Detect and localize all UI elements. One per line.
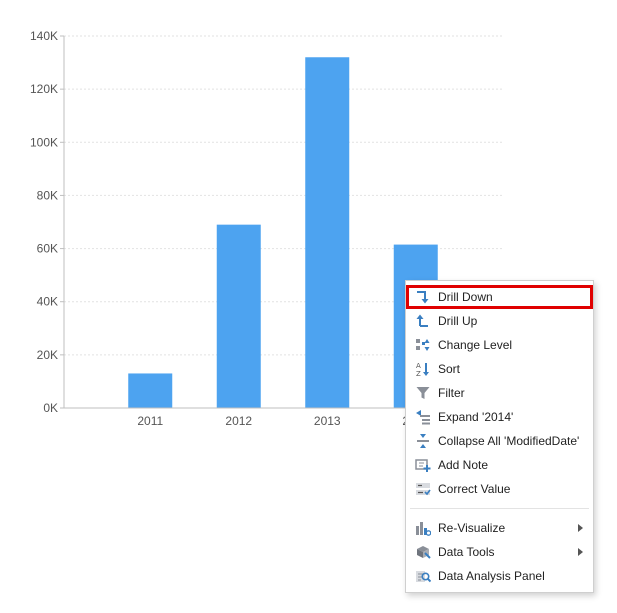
- correct-value-icon: [416, 483, 431, 496]
- add-note-icon: [415, 459, 431, 472]
- menu-item-re-visualize[interactable]: Re-Visualize: [406, 516, 593, 540]
- y-tick-label: 60K: [37, 242, 58, 256]
- menu-item-sort[interactable]: A Z Sort: [406, 357, 593, 381]
- menu-item-label: Drill Down: [438, 290, 493, 304]
- menu-separator: [410, 508, 589, 509]
- bar: [305, 57, 350, 408]
- filter-icon: [416, 387, 430, 399]
- data-tools-icon: [417, 546, 431, 559]
- menu-item-label: Re-Visualize: [438, 521, 506, 535]
- menu-item-data-analysis-panel[interactable]: Data Analysis Panel: [406, 564, 593, 588]
- menu-item-change-level[interactable]: Change Level: [406, 333, 593, 357]
- y-tick-label: 80K: [37, 188, 58, 202]
- y-tick-label: 120K: [30, 82, 58, 96]
- menu-item-data-tools[interactable]: Data Tools: [406, 540, 593, 564]
- menu-item-label: Correct Value: [438, 482, 511, 496]
- y-tick-label: 20K: [37, 348, 58, 362]
- x-tick-label: 2011: [137, 414, 163, 428]
- menu-item-label: Sort: [438, 362, 461, 376]
- drill-down-icon: [417, 291, 429, 304]
- menu-item-label: Collapse All 'ModifiedDate': [438, 434, 580, 448]
- menu-item-label: Expand '2014': [438, 410, 514, 424]
- x-tick-label: 2013: [314, 414, 341, 428]
- change-level-icon: [416, 339, 430, 351]
- expand-icon: [416, 410, 430, 425]
- bar: [216, 224, 261, 408]
- menu-item-label: Data Analysis Panel: [438, 569, 545, 583]
- submenu-arrow-icon: [578, 548, 583, 556]
- menu-item-label: Data Tools: [438, 545, 495, 559]
- bar: [128, 373, 173, 408]
- menu-item-filter[interactable]: Filter: [406, 381, 593, 405]
- re-visualize-icon: [416, 522, 431, 536]
- y-tick-label: 140K: [30, 29, 58, 43]
- drill-up-icon: [416, 314, 428, 327]
- menu-item-label: Drill Up: [438, 314, 478, 328]
- x-tick-label: 2012: [225, 414, 252, 428]
- menu-item-add-note[interactable]: Add Note: [406, 453, 593, 477]
- svg-text:Z: Z: [416, 370, 421, 377]
- menu-item-drill-up[interactable]: Drill Up: [406, 309, 593, 333]
- menu-item-expand[interactable]: Expand '2014': [406, 405, 593, 429]
- menu-item-drill-down[interactable]: Drill Down: [406, 285, 593, 309]
- menu-item-collapse-all[interactable]: Collapse All 'ModifiedDate': [406, 429, 593, 453]
- context-menu: Drill Down Drill Up Change Level A Z Sor…: [405, 280, 594, 593]
- menu-item-correct-value[interactable]: Correct Value: [406, 477, 593, 501]
- menu-item-label: Filter: [438, 386, 465, 400]
- y-tick-label: 0K: [43, 401, 58, 415]
- y-tick-label: 40K: [37, 295, 58, 309]
- submenu-arrow-icon: [578, 524, 583, 532]
- menu-item-label: Change Level: [438, 338, 513, 352]
- collapse-icon: [417, 434, 429, 448]
- svg-text:A: A: [416, 362, 421, 370]
- menu-item-label: Add Note: [438, 458, 489, 472]
- sort-az-icon: A Z: [416, 362, 429, 377]
- y-tick-label: 100K: [30, 135, 58, 149]
- data-analysis-panel-icon: [416, 571, 431, 583]
